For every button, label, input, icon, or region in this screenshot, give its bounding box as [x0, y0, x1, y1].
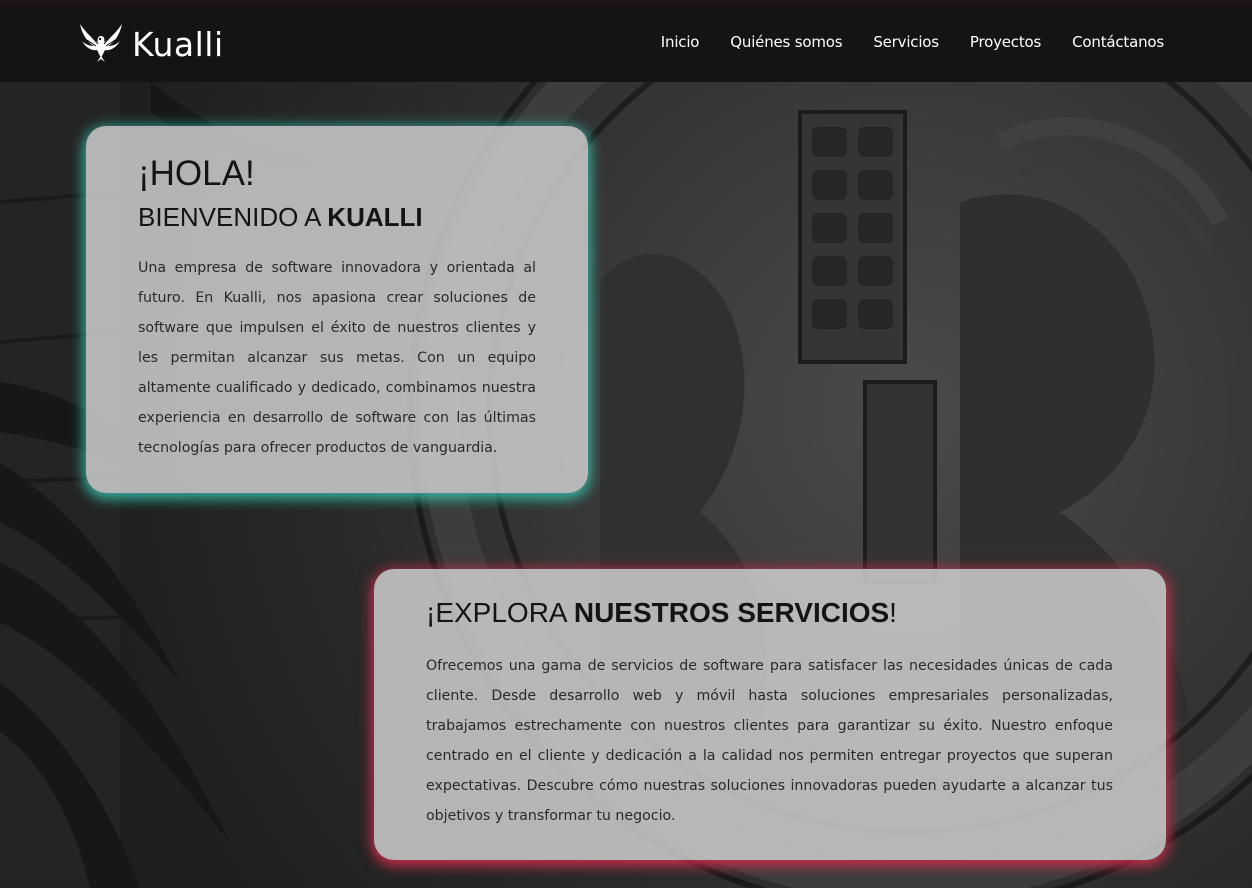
brand-name: Kualli: [132, 24, 224, 64]
nav-link-quienes-somos[interactable]: Quiénes somos: [730, 33, 842, 51]
welcome-heading: BIENVENIDO A KUALLI: [138, 202, 423, 233]
services-heading-suffix: !: [889, 597, 897, 628]
services-heading: ¡EXPLORA NUESTROS SERVICIOS!: [426, 597, 897, 629]
eagle-icon: [78, 22, 124, 67]
welcome-description: Una empresa de software innovadora y ori…: [138, 260, 536, 456]
welcome-greeting: ¡HOLA!: [138, 154, 255, 193]
nav-link-contactanos[interactable]: Contáctanos: [1072, 33, 1164, 51]
nav-link-servicios[interactable]: Servicios: [873, 33, 939, 51]
nav-link-proyectos[interactable]: Proyectos: [970, 33, 1041, 51]
main-nav: Inicio Quiénes somos Servicios Proyectos…: [661, 33, 1164, 51]
welcome-card: ¡HOLA! BIENVENIDO A KUALLI Una empresa d…: [86, 126, 588, 493]
hero-section: ¡HOLA! BIENVENIDO A KUALLI Una empresa d…: [0, 82, 1252, 888]
nav-link-inicio[interactable]: Inicio: [661, 33, 700, 51]
services-description: Ofrecemos una gama de servicios de softw…: [426, 658, 1113, 824]
services-heading-prefix: ¡EXPLORA: [426, 597, 574, 628]
services-card: ¡EXPLORA NUESTROS SERVICIOS! Ofrecemos u…: [374, 569, 1166, 860]
services-heading-bold: NUESTROS SERVICIOS: [573, 597, 890, 628]
welcome-heading-brand: KUALLI: [327, 202, 423, 232]
navbar: Kualli Inicio Quiénes somos Servicios Pr…: [0, 6, 1252, 82]
brand-logo[interactable]: Kualli: [78, 22, 224, 67]
welcome-heading-prefix: BIENVENIDO A: [138, 202, 328, 232]
